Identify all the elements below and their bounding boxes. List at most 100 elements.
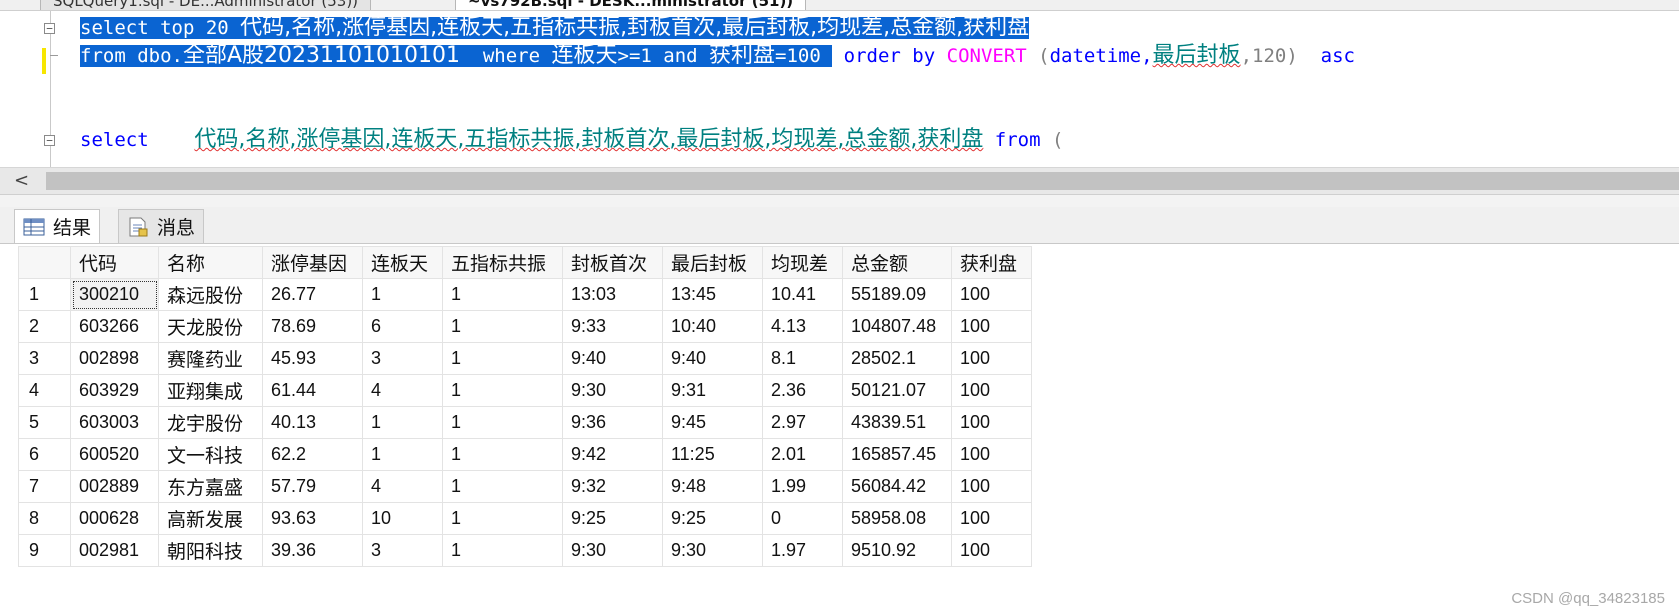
table-row[interactable]: 6 600520 文一科技 62.2 1 1 9:42 11:25 2.01 165857.45 1… [18,438,1032,471]
table-row[interactable]: 4 603929 亚翔集成 61.44 4 1 9:30 9:31 2.36 50121.07 10… [18,374,1032,407]
grid-cell[interactable]: 165857.45 [842,438,952,471]
editor-horizontal-scrollbar[interactable]: < [0,167,1679,195]
grid-cell[interactable]: 10:40 [662,310,763,343]
sql-editor[interactable]: − − select top 20 代码,名称,涨停基因,连板天,五指标共振,封… [0,11,1679,167]
code-line-3[interactable]: select 代码,名称,涨停基因,连板天,五指标共振,封板首次,最后封板,均现… [80,126,1063,154]
grid-cell[interactable]: 1 [442,502,563,535]
collapse-icon[interactable]: − [44,135,55,146]
row-number-cell[interactable]: 5 [18,406,71,439]
grid-cell[interactable]: 天龙股份 [158,310,263,343]
grid-cell[interactable]: 龙宇股份 [158,406,263,439]
grid-cell[interactable]: 1 [362,278,443,311]
column-header[interactable]: 代码 [70,246,159,279]
row-number-cell[interactable]: 3 [18,342,71,375]
grid-cell[interactable]: 1 [442,374,563,407]
table-row[interactable]: 1 300210 森远股份 26.77 1 1 13:03 13:45 10.41 55189.0… [18,278,1032,311]
row-number-header[interactable] [18,246,71,279]
grid-cell[interactable]: 100 [951,502,1032,535]
column-header[interactable]: 均现差 [762,246,843,279]
grid-cell[interactable]: 56084.42 [842,470,952,503]
grid-cell[interactable]: 1.99 [762,470,843,503]
grid-cell[interactable]: 50121.07 [842,374,952,407]
tab-sqlquery1[interactable]: SQLQuery1.sql - DE...Administrator (53)) [40,0,372,10]
column-header[interactable]: 总金额 [842,246,952,279]
grid-cell[interactable]: 104807.48 [842,310,952,343]
grid-cell[interactable]: 2.97 [762,406,843,439]
column-header[interactable]: 获利盘 [951,246,1032,279]
grid-cell[interactable]: 603929 [70,374,159,407]
grid-cell[interactable]: 9:36 [562,406,663,439]
row-number-cell[interactable]: 6 [18,438,71,471]
scroll-thumb[interactable] [46,172,1679,190]
table-row[interactable]: 5 603003 龙宇股份 40.13 1 1 9:36 9:45 2.97 43839.51 10… [18,406,1032,439]
code-line-1[interactable]: select top 20 代码,名称,涨停基因,连板天,五指标共振,封板首次,… [80,14,1030,42]
grid-cell[interactable]: 文一科技 [158,438,263,471]
grid-cell[interactable]: 11:25 [662,438,763,471]
grid-cell[interactable]: 9:30 [562,534,663,567]
grid-cell[interactable]: 9:40 [562,342,663,375]
grid-cell[interactable]: 9:25 [662,502,763,535]
pane-splitter[interactable] [0,195,1679,207]
column-header[interactable]: 名称 [158,246,263,279]
grid-cell[interactable]: 1 [362,438,443,471]
grid-cell[interactable]: 100 [951,470,1032,503]
grid-cell[interactable]: 000628 [70,502,159,535]
table-row[interactable]: 9 002981 朝阳科技 39.36 3 1 9:30 9:30 1.97 9510.92 100 [18,534,1032,567]
grid-cell[interactable]: 10.41 [762,278,843,311]
row-number-cell[interactable]: 9 [18,534,71,567]
table-row[interactable]: 7 002889 东方嘉盛 57.79 4 1 9:32 9:48 1.99 56084.42 10… [18,470,1032,503]
grid-cell[interactable]: 森远股份 [158,278,263,311]
grid-cell[interactable]: 40.13 [262,406,363,439]
grid-cell[interactable]: 朝阳科技 [158,534,263,567]
grid-cell[interactable]: 1 [442,342,563,375]
grid-cell[interactable]: 100 [951,278,1032,311]
grid-cell[interactable]: 亚翔集成 [158,374,263,407]
grid-cell[interactable]: 1 [442,310,563,343]
grid-cell[interactable]: 57.79 [262,470,363,503]
grid-cell[interactable]: 78.69 [262,310,363,343]
grid-cell[interactable]: 4.13 [762,310,843,343]
grid-cell[interactable]: 10 [362,502,443,535]
grid-cell[interactable]: 1 [442,438,563,471]
grid-cell[interactable]: 3 [362,534,443,567]
grid-cell[interactable]: 9:40 [662,342,763,375]
grid-cell[interactable]: 1 [362,406,443,439]
grid-cell[interactable]: 100 [951,342,1032,375]
grid-cell[interactable]: 9:25 [562,502,663,535]
grid-cell[interactable]: 002898 [70,342,159,375]
scroll-left-icon[interactable]: < [14,170,29,191]
grid-cell[interactable]: 300210 [70,278,159,311]
code-line-2[interactable]: from dbo.全部A股20231101010101 where 连板天>=1… [80,42,1355,70]
tab-results[interactable]: 结果 [14,209,101,243]
grid-cell[interactable]: 9:32 [562,470,663,503]
row-number-cell[interactable]: 8 [18,502,71,535]
grid-cell[interactable]: 高新发展 [158,502,263,535]
grid-cell[interactable]: 9:30 [662,534,763,567]
grid-cell[interactable]: 603266 [70,310,159,343]
grid-cell[interactable]: 1 [442,534,563,567]
grid-cell[interactable]: 100 [951,406,1032,439]
grid-cell[interactable]: 3 [362,342,443,375]
grid-cell[interactable]: 39.36 [262,534,363,567]
table-row[interactable]: 3 002898 赛隆药业 45.93 3 1 9:40 9:40 8.1 28502.1 100 [18,342,1032,375]
grid-cell[interactable]: 6 [362,310,443,343]
grid-cell[interactable]: 1 [442,278,563,311]
grid-cell[interactable]: 93.63 [262,502,363,535]
grid-cell[interactable]: 2.01 [762,438,843,471]
grid-cell[interactable]: 9:31 [662,374,763,407]
results-grid[interactable]: 代码 名称 涨停基因 连板天 五指标共振 封板首次 最后封板 均现差 总金额 获… [18,246,1032,567]
column-header[interactable]: 五指标共振 [442,246,563,279]
tab-vs792b[interactable]: ~vs792B.sql - DESK...ministrator (51)) [455,0,807,10]
grid-cell[interactable]: 100 [951,534,1032,567]
row-number-cell[interactable]: 2 [18,310,71,343]
grid-cell[interactable]: 43839.51 [842,406,952,439]
grid-cell[interactable]: 002889 [70,470,159,503]
grid-cell[interactable]: 9:30 [562,374,663,407]
column-header[interactable]: 连板天 [362,246,443,279]
grid-cell[interactable]: 100 [951,438,1032,471]
grid-cell[interactable]: 28502.1 [842,342,952,375]
grid-cell[interactable]: 4 [362,470,443,503]
grid-cell[interactable]: 55189.09 [842,278,952,311]
grid-cell[interactable]: 9:45 [662,406,763,439]
grid-cell[interactable]: 58958.08 [842,502,952,535]
